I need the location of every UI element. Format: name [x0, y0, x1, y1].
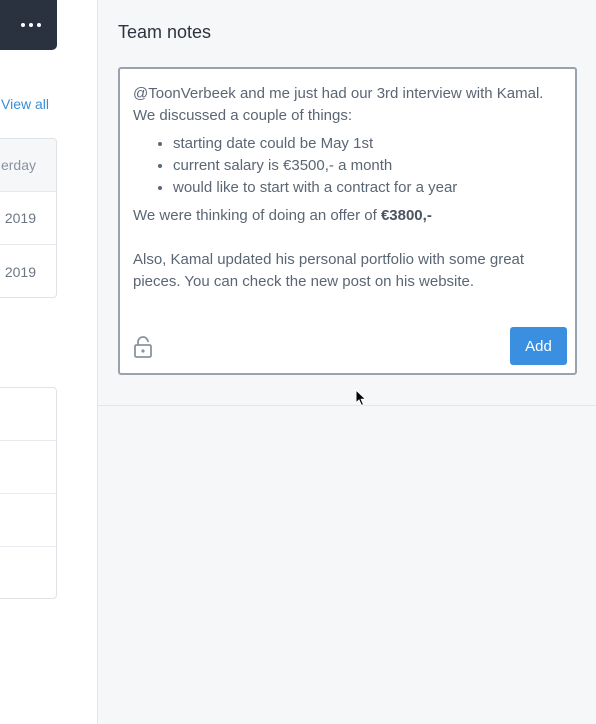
date-row-header: erday	[0, 139, 56, 192]
list-card	[0, 387, 57, 599]
note-bullet: would like to start with a contract for …	[173, 177, 563, 199]
note-bullet: current salary is €3500,- a month	[173, 155, 563, 177]
list-item[interactable]	[0, 547, 56, 598]
list-item[interactable]	[0, 494, 56, 547]
note-bullet: starting date could be May 1st	[173, 133, 563, 155]
add-button[interactable]: Add	[510, 327, 567, 365]
note-footer: Also, Kamal updated his personal portfol…	[133, 251, 525, 290]
list-item[interactable]	[0, 441, 56, 494]
right-pane: Team notes @ToonVerbeek and me just had …	[98, 0, 596, 724]
list-item[interactable]	[0, 388, 56, 441]
date-row[interactable]: 2019	[0, 192, 56, 245]
note-offer: We were thinking of doing an offer of €3…	[133, 205, 563, 227]
left-pane: View all erday 2019 2019	[0, 0, 98, 724]
team-notes-section: Team notes @ToonVerbeek and me just had …	[98, 0, 596, 406]
note-editor[interactable]: @ToonVerbeek and me just had our 3rd int…	[118, 67, 577, 375]
more-button[interactable]	[0, 0, 57, 50]
note-intro: @ToonVerbeek and me just had our 3rd int…	[133, 85, 544, 124]
offer-amount: €3800,-	[380, 207, 432, 224]
note-bullet-list: starting date could be May 1st current s…	[133, 133, 563, 199]
offer-prefix: We were thinking of doing an offer of	[133, 207, 381, 224]
view-all-link[interactable]: View all	[1, 96, 49, 112]
dates-card: erday 2019 2019	[0, 138, 57, 298]
more-dots-icon	[20, 23, 41, 27]
mouse-cursor-icon	[355, 389, 367, 407]
note-text[interactable]: @ToonVerbeek and me just had our 3rd int…	[133, 83, 563, 293]
date-row[interactable]: 2019	[0, 245, 56, 297]
team-notes-title: Team notes	[118, 22, 212, 42]
lock-icon[interactable]	[133, 336, 153, 358]
